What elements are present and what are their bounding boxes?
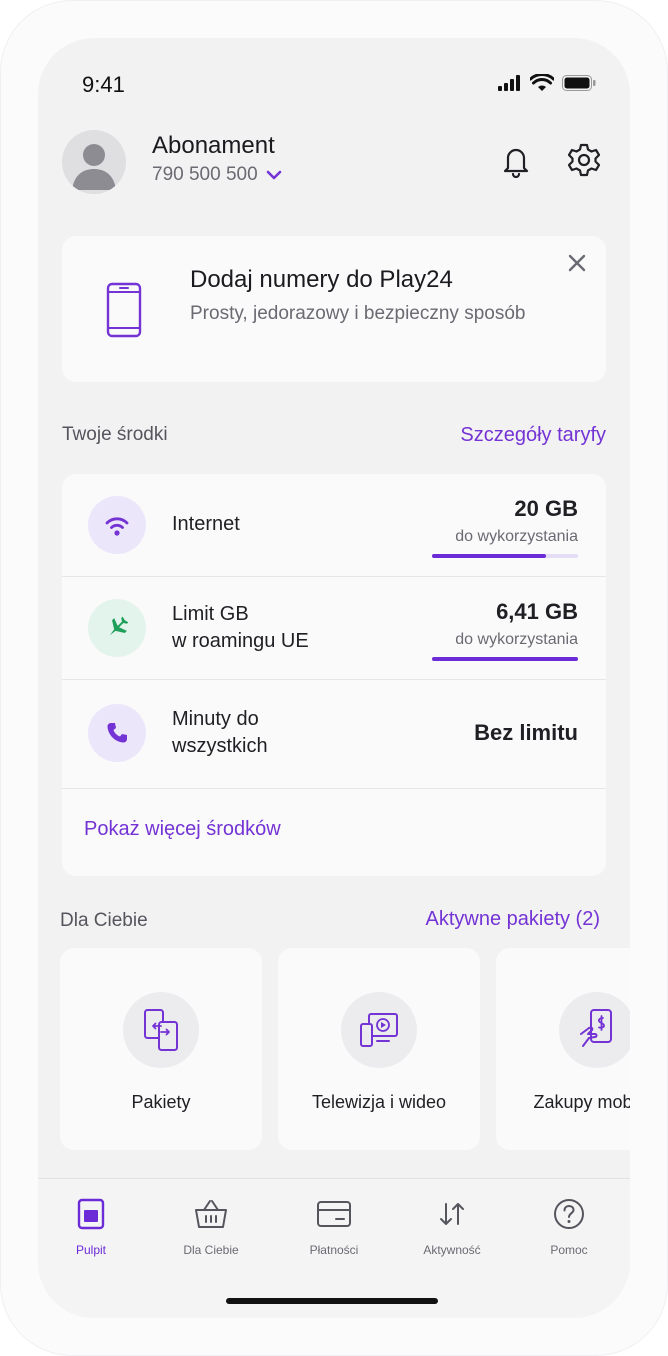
settings-gear-icon[interactable]	[566, 142, 602, 178]
nav-item-pomoc[interactable]: Pomoc	[514, 1197, 624, 1257]
card-icon	[279, 1197, 389, 1231]
activity-arrows-icon	[397, 1197, 507, 1231]
wifi-icon	[88, 496, 146, 554]
resource-value: 6,41 GB	[496, 599, 578, 624]
resource-progress-bar	[432, 657, 578, 661]
nav-item-platnosci[interactable]: Płatności	[279, 1197, 389, 1257]
resource-caption: do wykorzystania	[455, 528, 578, 545]
smartphone-icon	[106, 282, 142, 338]
promo-card[interactable]: Dodaj numery do Play24 Prosty, jedorazow…	[62, 236, 606, 382]
tile-packages[interactable]: Pakiety	[60, 948, 262, 1150]
resource-label: Internet	[172, 513, 240, 535]
home-indicator	[226, 1298, 438, 1304]
resource-row-minutes[interactable]: Minuty do wszystkich Bez limitu	[62, 680, 606, 788]
resource-value: Bez limitu	[474, 720, 578, 745]
help-icon	[514, 1197, 624, 1231]
phone-number-selector[interactable]: 790 500 500	[152, 164, 282, 186]
wifi-status-icon	[530, 74, 554, 91]
resource-value: 20 GB	[514, 496, 578, 521]
nav-item-aktywnosc[interactable]: Aktywność	[397, 1197, 507, 1257]
tile-tv-video[interactable]: Telewizja i wideo	[278, 948, 480, 1150]
tariff-details-link[interactable]: Szczegóły taryfy	[460, 424, 606, 447]
divider	[62, 788, 606, 789]
resources-card: Internet 20 GB do wykorzystania Limit GB…	[62, 474, 606, 876]
active-packages-link[interactable]: Aktywne pakiety (2)	[425, 908, 600, 931]
progress-fill	[432, 554, 546, 558]
promo-title: Dodaj numery do Play24	[190, 266, 453, 293]
phone-icon	[88, 704, 146, 762]
bottom-navigation: Pulpit Dla Ciebie Płatności Aktywność Po…	[38, 1178, 630, 1318]
progress-fill	[432, 657, 578, 661]
plan-title: Abonament	[152, 132, 275, 159]
status-time: 9:41	[82, 72, 125, 97]
nav-label: Płatności	[309, 1243, 359, 1257]
basket-icon	[156, 1197, 266, 1231]
show-more-resources-link[interactable]: Pokaż więcej środków	[84, 818, 281, 841]
signal-icon	[498, 75, 520, 91]
nav-item-dla-ciebie[interactable]: Dla Ciebie	[156, 1197, 266, 1257]
tile-label: Zakupy mobilne	[533, 1092, 630, 1112]
nav-label: Pulpit	[75, 1243, 107, 1257]
tile-label: Pakiety	[131, 1092, 191, 1112]
user-avatar-icon	[72, 144, 116, 190]
phone-screen: 9:41 Abonament 790 500 500 Dodaj numery …	[38, 38, 630, 1318]
mobile-payment-icon	[559, 992, 630, 1068]
nav-label: Pomoc	[550, 1243, 588, 1257]
tv-video-icon	[341, 992, 417, 1068]
tile-mobile-payments[interactable]: Zakupy mobilne	[496, 948, 630, 1150]
close-icon[interactable]	[566, 252, 588, 274]
promo-subtitle: Prosty, jedorazowy i bezpieczny sposób	[190, 303, 526, 324]
avatar[interactable]	[62, 130, 126, 194]
resource-label: Limit GB w roamingu UE	[172, 603, 309, 652]
resource-progress-bar	[432, 554, 578, 558]
chevron-down-icon	[266, 170, 281, 180]
phone-number: 790 500 500	[152, 164, 258, 185]
for-you-section-title: Dla Ciebie	[60, 910, 148, 931]
notification-bell-icon[interactable]	[500, 142, 532, 178]
resources-section-title: Twoje środki	[62, 424, 168, 445]
airplane-icon	[88, 599, 146, 657]
resource-label: Minuty do wszystkich	[172, 708, 268, 757]
packages-icon	[123, 992, 199, 1068]
nav-label: Dla Ciebie	[183, 1243, 239, 1257]
status-icons	[498, 74, 596, 92]
dashboard-icon	[38, 1197, 146, 1231]
battery-icon	[562, 75, 596, 91]
resource-caption: do wykorzystania	[455, 631, 578, 648]
resource-row-roaming[interactable]: Limit GB w roamingu UE 6,41 GB do wykorz…	[62, 577, 606, 679]
tile-label: Telewizja i wideo	[311, 1092, 447, 1112]
nav-item-pulpit[interactable]: Pulpit	[38, 1197, 146, 1257]
resource-row-internet[interactable]: Internet 20 GB do wykorzystania	[62, 474, 606, 576]
nav-label: Aktywność	[423, 1243, 481, 1257]
